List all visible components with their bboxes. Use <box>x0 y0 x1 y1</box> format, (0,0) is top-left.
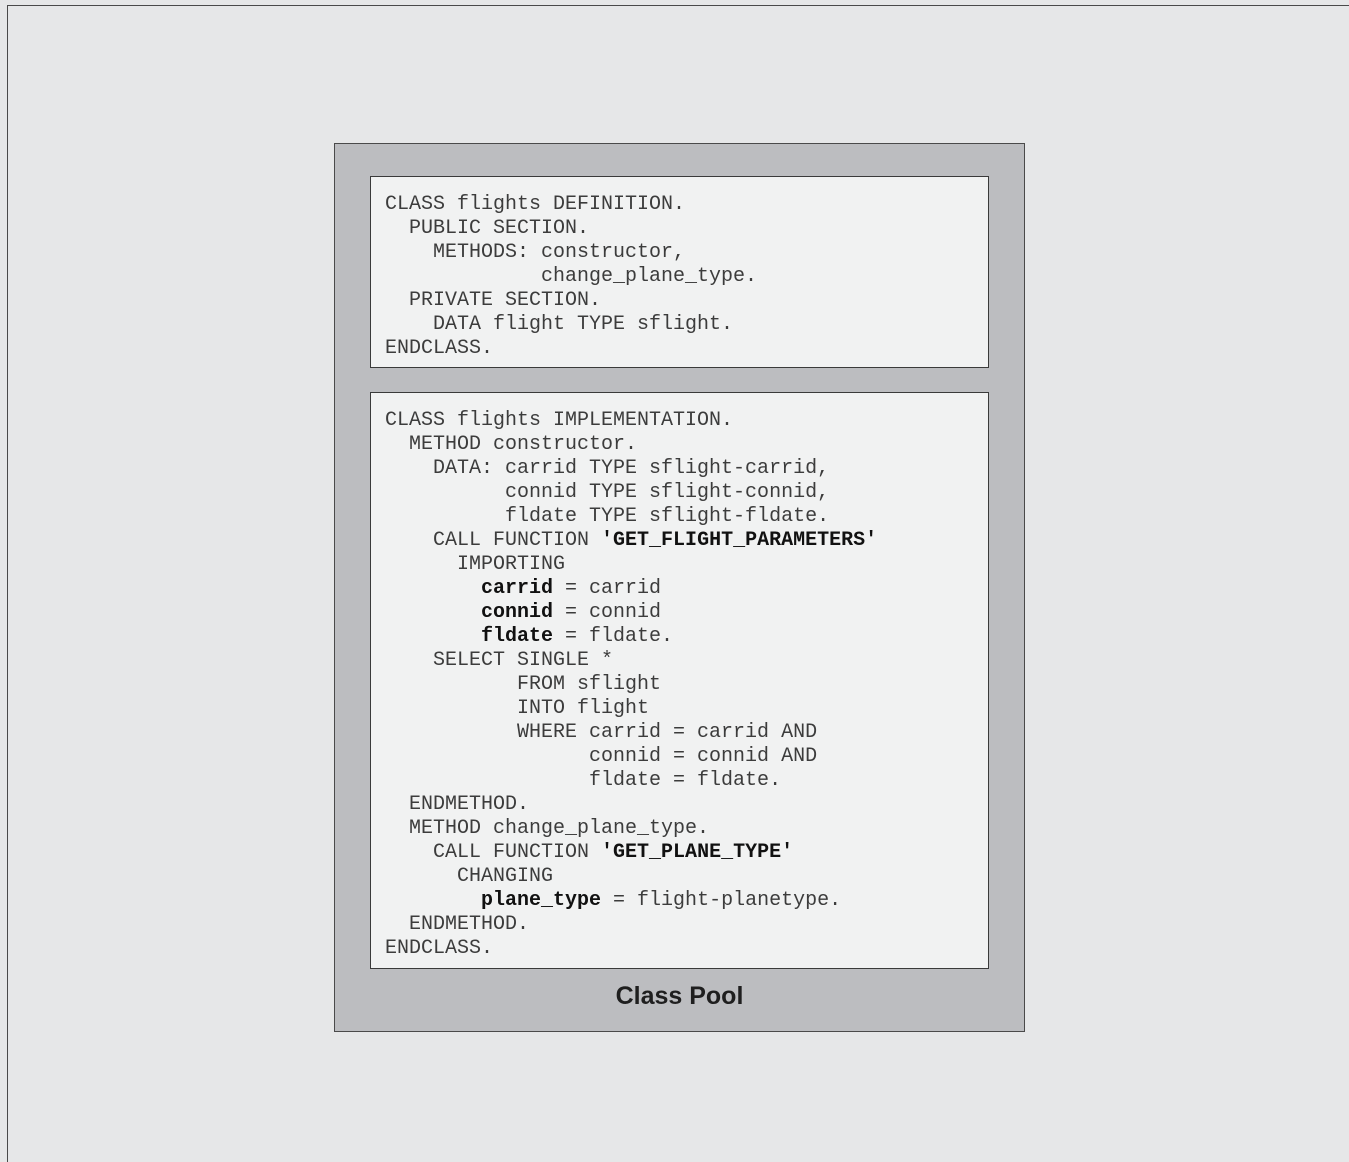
code-keyword-bold: 'GET_FLIGHT_PARAMETERS' <box>601 529 878 552</box>
class-definition-code: CLASS flights DEFINITION. PUBLIC SECTION… <box>385 193 757 361</box>
code-text: PUBLIC SECTION. <box>385 217 590 240</box>
code-text: METHODS: constructor, <box>385 241 686 264</box>
code-line: CALL FUNCTION 'GET_PLANE_TYPE' <box>385 841 877 865</box>
code-text: IMPORTING <box>385 553 566 576</box>
code-text: ENDCLASS. <box>385 937 494 960</box>
code-line: plane_type = flight-planetype. <box>385 889 877 913</box>
code-keyword-bold: fldate <box>481 625 554 648</box>
code-text: fldate = fldate. <box>385 769 782 792</box>
code-keyword-bold: 'GET_PLANE_TYPE' <box>601 841 794 864</box>
class-definition-box: CLASS flights DEFINITION. PUBLIC SECTION… <box>370 176 989 368</box>
code-text: ENDMETHOD. <box>385 793 530 816</box>
code-line: PRIVATE SECTION. <box>385 289 757 313</box>
code-line: fldate TYPE sflight-fldate. <box>385 505 877 529</box>
code-text: METHOD change_plane_type. <box>385 817 710 840</box>
code-line: ENDCLASS. <box>385 937 877 961</box>
code-text: connid = connid AND <box>385 745 818 768</box>
code-line: METHOD constructor. <box>385 433 877 457</box>
class-pool-label: Class Pool <box>615 982 744 1010</box>
code-line: DATA: carrid TYPE sflight-carrid, <box>385 457 877 481</box>
class-implementation-code: CLASS flights IMPLEMENTATION. METHOD con… <box>385 409 877 961</box>
code-line: ENDMETHOD. <box>385 793 877 817</box>
code-text: CLASS flights IMPLEMENTATION. <box>385 409 734 432</box>
code-line: METHODS: constructor, <box>385 241 757 265</box>
code-text: ENDMETHOD. <box>385 913 530 936</box>
class-implementation-box: CLASS flights IMPLEMENTATION. METHOD con… <box>370 392 989 969</box>
code-text: change_plane_type. <box>385 265 758 288</box>
code-line: CLASS flights DEFINITION. <box>385 193 757 217</box>
code-keyword-bold: connid <box>481 601 554 624</box>
code-line: DATA flight TYPE sflight. <box>385 313 757 337</box>
code-text: FROM sflight <box>385 673 662 696</box>
code-text: = connid <box>553 601 662 624</box>
code-line: FROM sflight <box>385 673 877 697</box>
code-line: CLASS flights IMPLEMENTATION. <box>385 409 877 433</box>
code-line: METHOD change_plane_type. <box>385 817 877 841</box>
code-line: WHERE carrid = carrid AND <box>385 721 877 745</box>
code-line: IMPORTING <box>385 553 877 577</box>
code-text: = fldate. <box>553 625 674 648</box>
code-line: carrid = carrid <box>385 577 877 601</box>
code-text: CALL FUNCTION <box>385 841 602 864</box>
code-text: ENDCLASS. <box>385 337 494 360</box>
code-text: METHOD constructor. <box>385 433 638 456</box>
code-line: connid = connid <box>385 601 877 625</box>
code-text: SELECT SINGLE * <box>385 649 614 672</box>
code-line: ENDMETHOD. <box>385 913 877 937</box>
code-text: WHERE carrid = carrid AND <box>385 721 818 744</box>
code-line: SELECT SINGLE * <box>385 649 877 673</box>
code-text: DATA flight TYPE sflight. <box>385 313 734 336</box>
code-text: DATA: carrid TYPE sflight-carrid, <box>385 457 830 480</box>
code-line: connid TYPE sflight-connid, <box>385 481 877 505</box>
code-keyword-bold: carrid <box>481 577 554 600</box>
code-text: INTO flight <box>385 697 650 720</box>
code-line: fldate = fldate. <box>385 769 877 793</box>
class-pool-container: CLASS flights DEFINITION. PUBLIC SECTION… <box>334 143 1025 1032</box>
code-line: PUBLIC SECTION. <box>385 217 757 241</box>
code-line: CALL FUNCTION 'GET_FLIGHT_PARAMETERS' <box>385 529 877 553</box>
code-line: ENDCLASS. <box>385 337 757 361</box>
code-line: change_plane_type. <box>385 265 757 289</box>
code-text: PRIVATE SECTION. <box>385 289 602 312</box>
code-line: fldate = fldate. <box>385 625 877 649</box>
code-text: = flight-planetype. <box>601 889 842 912</box>
code-line: INTO flight <box>385 697 877 721</box>
code-text: connid TYPE sflight-connid, <box>385 481 830 504</box>
code-text: CLASS flights DEFINITION. <box>385 193 686 216</box>
code-line: CHANGING <box>385 865 877 889</box>
code-keyword-bold: plane_type <box>481 889 602 912</box>
code-text: fldate TYPE sflight-fldate. <box>385 505 830 528</box>
code-line: connid = connid AND <box>385 745 877 769</box>
code-text: = carrid <box>553 577 662 600</box>
code-text: CALL FUNCTION <box>385 529 602 552</box>
code-text: CHANGING <box>385 865 554 888</box>
